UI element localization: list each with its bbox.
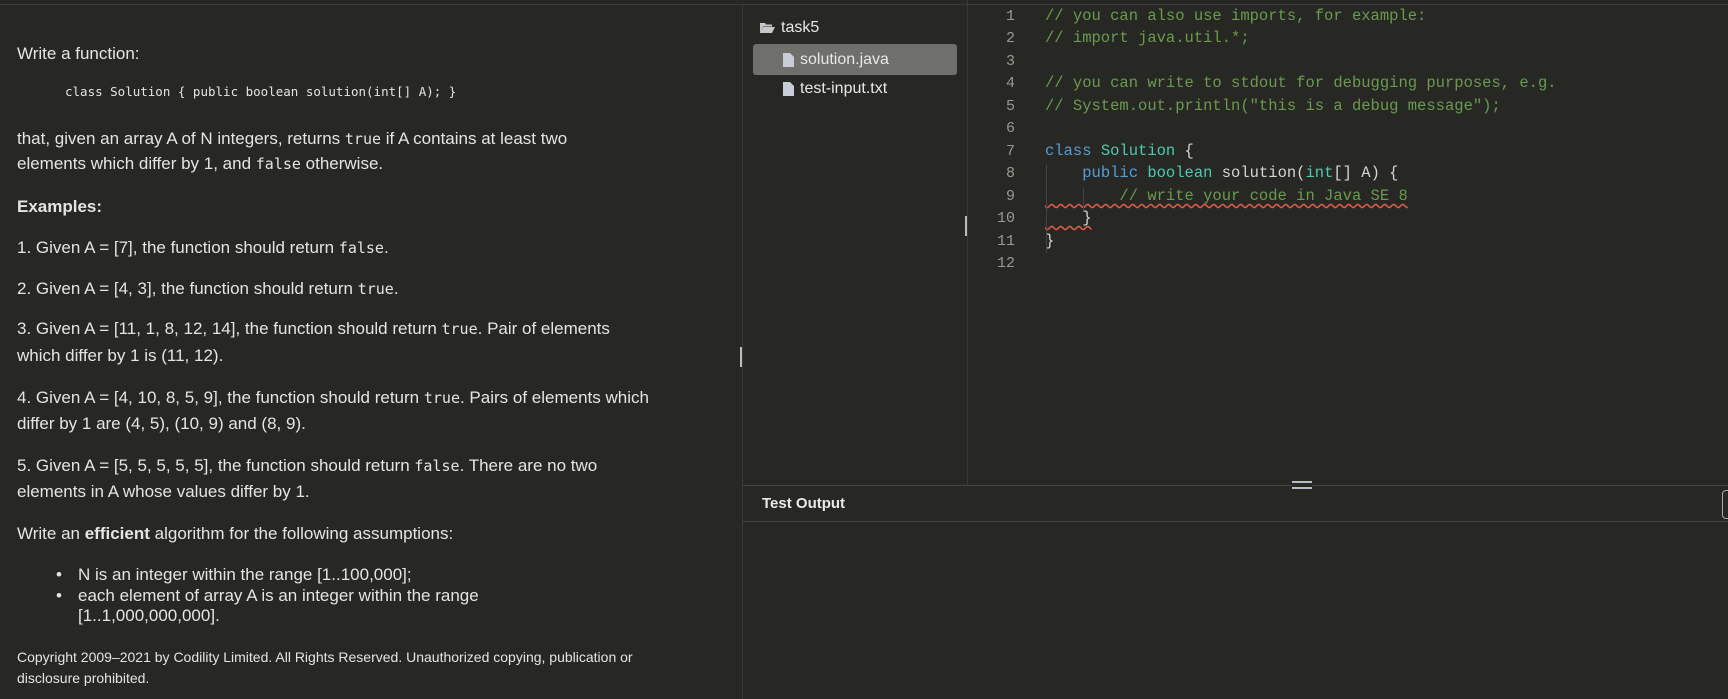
code-line-7: class Solution { <box>1045 142 1194 160</box>
line-number: 3 <box>1005 53 1015 70</box>
code-line-5: // System.out.println("this is a debug m… <box>1045 97 1501 115</box>
code-line-4: // you can write to stdout for debugging… <box>1045 74 1557 92</box>
text: N is an integer within the range [1..100… <box>78 565 412 584</box>
code: false <box>338 239 384 257</box>
code: false <box>414 457 460 475</box>
file-test-input-txt[interactable]: test-input.txt <box>783 80 887 98</box>
params: [] A) { <box>1333 164 1399 182</box>
test-output-content <box>743 523 1728 699</box>
bold-text: efficient <box>84 524 150 543</box>
file-icon <box>783 52 794 67</box>
keyword: class <box>1045 142 1092 160</box>
description-line-2: elements which differ by 1, and false ot… <box>17 151 383 177</box>
code: true <box>441 320 478 338</box>
text: Write an <box>17 524 85 543</box>
code: true <box>423 389 460 407</box>
method-name: solution( <box>1212 164 1306 182</box>
line-number: 8 <box>1005 165 1015 182</box>
text: . Pairs of elements which <box>459 388 649 407</box>
text: 1. Given A = [7], the function should re… <box>17 238 339 257</box>
indent-guide <box>1046 165 1047 253</box>
text: 3. Given A = [11, 1, 8, 12, 14], the fun… <box>17 319 442 338</box>
file-solution-java[interactable]: solution.java <box>753 44 957 75</box>
folder-name: task5 <box>781 19 820 36</box>
keyword: public <box>1082 164 1139 182</box>
test-output-title: Test Output <box>762 495 846 512</box>
copyright-line-1: Copyright 2009–2021 by Codility Limited.… <box>17 649 633 665</box>
text: 5. Given A = [5, 5, 5, 5, 5], the functi… <box>17 456 415 475</box>
text: each element of array A is an integer wi… <box>78 586 479 605</box>
example-1: 1. Given A = [7], the function should re… <box>17 235 389 261</box>
example-5-cont: elements in A whose values differ by 1. <box>17 482 310 501</box>
text: . There are no two <box>459 456 598 475</box>
example-4-cont: differ by 1 are (4, 5), (10, 9) and (8, … <box>17 414 306 433</box>
text: elements which differ by 1, and <box>17 154 256 173</box>
file-name: test-input.txt <box>800 80 888 97</box>
example-5: 5. Given A = [5, 5, 5, 5, 5], the functi… <box>17 453 597 479</box>
text: 2. Given A = [4, 3], the function should… <box>17 279 358 298</box>
file-tree: task5 solution.java test-input.txt <box>743 5 967 485</box>
problem-description-panel: Write a function: class Solution { publi… <box>0 5 742 699</box>
code-true: true <box>344 130 382 148</box>
examples-heading: Examples: <box>17 197 103 216</box>
text: . <box>383 238 389 257</box>
tree-resize-handle[interactable] <box>965 216 967 236</box>
text: otherwise. <box>300 154 384 173</box>
code-line-1: // you can also use imports, for example… <box>1045 7 1427 25</box>
code-line-8: public boolean solution(int[] A) { <box>1045 164 1399 182</box>
example-3-cont: which differ by 1 is (11, 12). <box>17 346 224 365</box>
bullet-icon: • <box>56 565 62 584</box>
text: if A contains at least two <box>381 129 568 148</box>
brace: { <box>1184 142 1194 160</box>
intro-text: Write a function: <box>17 44 140 63</box>
line-number: 5 <box>1005 98 1015 115</box>
code-editor[interactable]: 1 2 3 4 5 6 7 8 9 10 11 12 // you can al… <box>968 5 1728 485</box>
test-output-header: Test Output <box>743 486 1728 522</box>
line-number: 11 <box>996 233 1015 250</box>
folder-open-icon <box>760 23 775 33</box>
text: [1..1,000,000,000]. <box>78 606 220 625</box>
text: . <box>393 279 399 298</box>
line-number: 4 <box>1005 75 1015 92</box>
code-line-10: } <box>1045 209 1092 227</box>
function-signature: class Solution { public boolean solution… <box>65 84 457 99</box>
file-name: solution.java <box>800 50 889 68</box>
line-number: 7 <box>1005 143 1015 160</box>
code: true <box>357 280 394 298</box>
example-4: 4. Given A = [4, 10, 8, 5, 9], the funct… <box>17 385 649 411</box>
text: that, given an array A of N integers, re… <box>17 129 345 148</box>
text: . Pair of elements <box>477 319 610 338</box>
text: algorithm for the following assumptions: <box>149 524 454 543</box>
description-line-1: that, given an array A of N integers, re… <box>17 126 567 152</box>
line-number: 10 <box>996 210 1015 227</box>
line-number: 9 <box>1005 188 1015 205</box>
type: boolean <box>1138 164 1213 182</box>
line-number: 12 <box>996 255 1015 272</box>
copyright-line-2: disclosure prohibited. <box>17 670 150 686</box>
code-line-2: // import java.util.*; <box>1045 29 1250 47</box>
example-2: 2. Given A = [4, 3], the function should… <box>17 276 399 302</box>
file-icon <box>783 82 794 96</box>
output-toggle-button[interactable] <box>1722 490 1728 519</box>
class-name: Solution <box>1091 142 1185 160</box>
bullet-icon: • <box>56 586 62 605</box>
text: 4. Given A = [4, 10, 8, 5, 9], the funct… <box>17 388 424 407</box>
code-line-9: // write your code in Java SE 8 <box>1045 187 1408 205</box>
code-false: false <box>255 155 301 173</box>
type: int <box>1305 164 1334 182</box>
line-number: 1 <box>1005 8 1015 25</box>
line-number: 6 <box>1005 120 1015 137</box>
example-3: 3. Given A = [11, 1, 8, 12, 14], the fun… <box>17 316 610 342</box>
efficiency-text: Write an efficient algorithm for the fol… <box>17 521 453 546</box>
line-number: 2 <box>1005 30 1015 47</box>
indent-guide <box>1083 188 1084 210</box>
left-resize-handle[interactable] <box>740 347 742 367</box>
folder-task5[interactable]: task5 <box>760 19 819 37</box>
